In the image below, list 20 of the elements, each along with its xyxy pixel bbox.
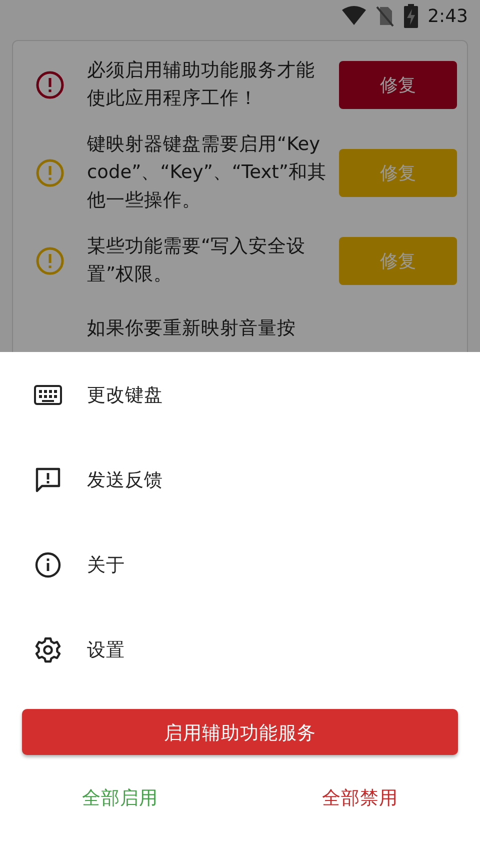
- disable-all-button[interactable]: 全部禁用: [240, 779, 480, 816]
- no-sim-icon: [376, 5, 394, 27]
- menu-item[interactable]: 发送反馈: [0, 437, 480, 522]
- wifi-icon: [342, 6, 366, 26]
- battery-charging-icon: [404, 4, 418, 28]
- enable-service-button[interactable]: 启用辅助功能服务: [22, 709, 458, 755]
- warning-text: 键映射器键盘需要启用“Key code”、“Key”、“Text”和其 他一些操作。: [87, 133, 328, 213]
- menu-item[interactable]: 设置: [0, 607, 480, 692]
- fix-button[interactable]: 修复: [339, 61, 457, 109]
- settings-icon: [34, 636, 62, 662]
- warning-text: 如果你要重新映射音量按: [87, 317, 297, 341]
- menu-item[interactable]: 关于: [0, 522, 480, 607]
- warning-text: 必须启用辅助功能服务才能 使此应用程序工作！: [87, 59, 316, 111]
- menu-item[interactable]: 更改键盘: [0, 352, 480, 437]
- enable-all-button[interactable]: 全部启用: [0, 779, 240, 816]
- feedback-icon: [34, 466, 62, 492]
- status-time: 2:43: [428, 6, 468, 26]
- keyboard-icon: [34, 384, 62, 404]
- warning-text: 某些功能需要“写入安全设 置”权限。: [87, 235, 307, 287]
- info-icon: [34, 552, 62, 578]
